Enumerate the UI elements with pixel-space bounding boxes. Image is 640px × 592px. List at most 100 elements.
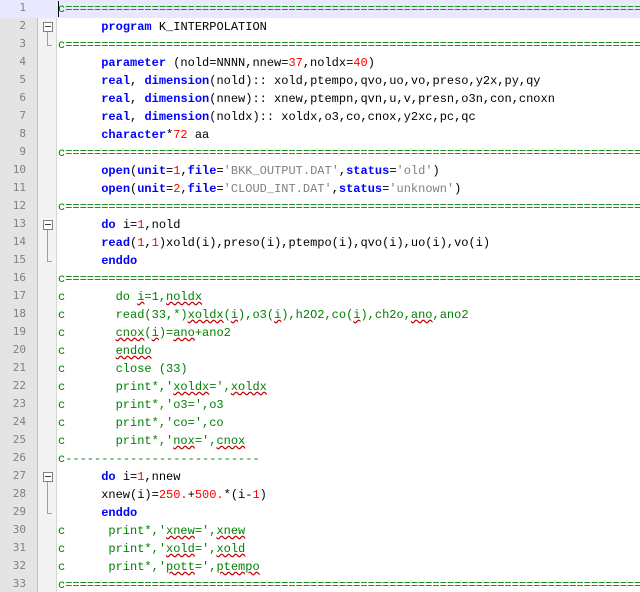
code-token: 250. xyxy=(158,488,188,502)
code-token: ( xyxy=(223,308,231,322)
code-line[interactable]: 6 real, dimension(nnew):: xnew,ptempn,qv… xyxy=(0,90,640,108)
code-token: K_INTERPOLATION xyxy=(151,20,267,34)
code-token: c print*,'o3=',o3 xyxy=(58,398,224,412)
code-line[interactable]: 11 open(unit=2,file='CLOUD_INT.DAT',stat… xyxy=(0,180,640,198)
code-token: , xyxy=(130,74,145,88)
code-text: c enddo xyxy=(58,343,152,359)
code-token: real xyxy=(101,74,131,88)
code-line[interactable]: 25 c print*,'nox=',cnox xyxy=(0,432,640,450)
code-editor[interactable]: 1 c======================================… xyxy=(0,0,640,592)
code-token: c print*,' xyxy=(58,524,167,538)
fold-collapse-icon[interactable] xyxy=(43,22,53,32)
fold-collapse-icon[interactable] xyxy=(43,220,53,230)
code-line[interactable]: 2 program K_INTERPOLATION xyxy=(0,18,640,36)
code-line[interactable]: 30 c print*,'xnew=',xnew xyxy=(0,522,640,540)
code-token: 'BKK_OUTPUT.DAT' xyxy=(223,164,339,178)
code-line[interactable]: 21 c close (33) xyxy=(0,360,640,378)
code-line[interactable]: 17 c do i=1,noldx xyxy=(0,288,640,306)
line-number: 5 xyxy=(19,73,26,86)
code-line[interactable]: 12 c=====================================… xyxy=(0,198,640,216)
code-token: i xyxy=(230,308,239,322)
code-line[interactable]: 33 c=====================================… xyxy=(0,576,640,592)
code-token: nox xyxy=(173,434,195,448)
code-token: , xyxy=(130,92,145,106)
code-token: ano xyxy=(410,308,433,322)
code-token: enddo xyxy=(115,344,152,358)
code-token: = xyxy=(389,164,397,178)
line-number: 17 xyxy=(12,289,26,302)
code-token: c--------------------------- xyxy=(58,452,260,466)
code-text: do i=1,nnew xyxy=(58,469,180,485)
code-token: 'unknown' xyxy=(389,182,455,196)
code-token: program xyxy=(101,20,152,34)
line-number: 24 xyxy=(12,415,26,428)
line-number: 1 xyxy=(19,1,26,14)
code-text: c=======================================… xyxy=(58,145,640,161)
code-line[interactable]: 23 c print*,'o3=',o3 xyxy=(0,396,640,414)
code-line[interactable]: 4 parameter (nold=NNNN,nnew=37,noldx=40) xyxy=(0,54,640,72)
line-number: 33 xyxy=(12,577,26,590)
code-token: =', xyxy=(194,560,217,574)
code-line[interactable]: 19 c cnox(i)=ano+ano2 xyxy=(0,324,640,342)
code-line[interactable]: 8 character*72 aa xyxy=(0,126,640,144)
code-text: do i=1,nold xyxy=(58,217,180,233)
code-token: open xyxy=(101,164,131,178)
code-line[interactable]: 28 xnew(i)=250.+500.*(i-1) xyxy=(0,486,640,504)
code-line[interactable]: 31 c print*,'xold=',xold xyxy=(0,540,640,558)
code-token: c read(33,*) xyxy=(58,308,188,322)
code-line[interactable]: 27 do i=1,nnew xyxy=(0,468,640,486)
code-text: enddo xyxy=(58,505,137,521)
line-number: 7 xyxy=(19,109,26,122)
code-text: parameter (nold=NNNN,nnew=37,noldx=40) xyxy=(58,55,375,71)
code-line[interactable]: 9 c======================================… xyxy=(0,144,640,162)
code-line[interactable]: 22 c print*,'xoldx=',xoldx xyxy=(0,378,640,396)
code-token: ) xyxy=(432,164,440,178)
code-line[interactable]: 3 c======================================… xyxy=(0,36,640,54)
code-text: c--------------------------- xyxy=(58,451,260,467)
code-line[interactable]: 24 c print*,'co=',co xyxy=(0,414,640,432)
code-line[interactable]: 13 do i=1,nold xyxy=(0,216,640,234)
code-line[interactable]: 1 c======================================… xyxy=(0,0,640,18)
code-text: character*72 aa xyxy=(58,127,209,143)
line-number: 31 xyxy=(12,541,26,554)
code-line[interactable]: 10 open(unit=1,file='BKK_OUTPUT.DAT',sta… xyxy=(0,162,640,180)
code-line[interactable]: 32 c print*,'pott=',ptempo xyxy=(0,558,640,576)
line-number: 6 xyxy=(19,91,26,104)
code-token: , xyxy=(338,164,347,178)
code-line[interactable]: 16 c=====================================… xyxy=(0,270,640,288)
code-token: c=======================================… xyxy=(58,38,640,52)
code-token: c=======================================… xyxy=(58,578,640,592)
code-token: ano xyxy=(173,326,195,340)
code-line[interactable]: 5 real, dimension(nold):: xold,ptempo,qv… xyxy=(0,72,640,90)
code-token: xnew(i)= xyxy=(58,488,159,502)
line-number: 32 xyxy=(12,559,26,572)
code-text: c=======================================… xyxy=(58,1,640,17)
code-token: ) xyxy=(367,56,375,70)
code-line[interactable]: 18 c read(33,*)xoldx(i),o3(i),h2O2,co(i),… xyxy=(0,306,640,324)
code-text: xnew(i)=250.+500.*(i-1) xyxy=(58,487,267,503)
code-line[interactable]: 15 enddo xyxy=(0,252,640,270)
code-line[interactable]: 7 real, dimension(noldx):: xoldx,o3,co,c… xyxy=(0,108,640,126)
code-token: ( xyxy=(144,326,152,340)
line-number: 9 xyxy=(19,145,26,158)
code-token: 1 xyxy=(252,488,260,502)
line-number: 12 xyxy=(12,199,26,212)
code-line[interactable]: 26 c--------------------------- xyxy=(0,450,640,468)
line-number: 25 xyxy=(12,433,26,446)
code-line[interactable]: 29 enddo xyxy=(0,504,640,522)
code-token: enddo xyxy=(101,254,138,268)
line-number: 11 xyxy=(12,181,26,194)
code-token: open xyxy=(101,182,131,196)
line-number: 20 xyxy=(12,343,26,356)
fold-collapse-icon[interactable] xyxy=(43,472,53,482)
code-line[interactable]: 20 c enddo xyxy=(0,342,640,360)
code-token: 72 xyxy=(173,128,188,142)
code-line[interactable]: 14 read(1,1)xold(i),preso(i),ptempo(i),q… xyxy=(0,234,640,252)
